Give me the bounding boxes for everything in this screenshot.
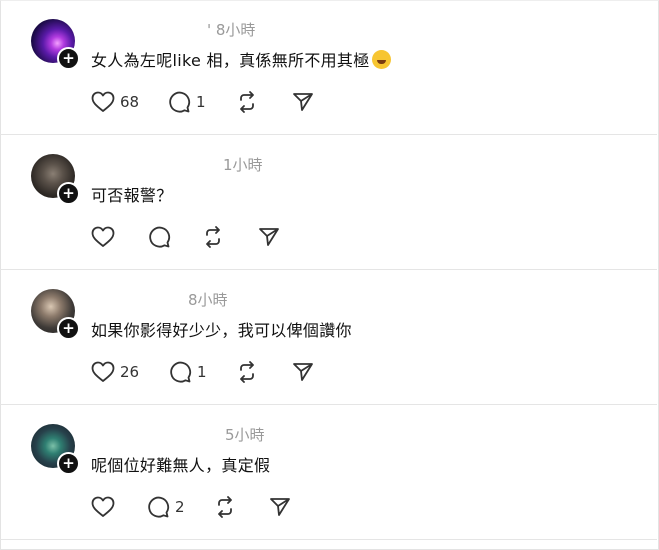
reply-count: 1 <box>197 363 207 381</box>
repost-arrows-icon <box>218 496 232 518</box>
comment-bubble-icon <box>149 226 171 248</box>
reply-count: 1 <box>196 93 206 111</box>
comment-bubble-icon <box>169 91 191 113</box>
post-timestamp: ' 8小時 <box>207 21 256 39</box>
share-button[interactable] <box>268 495 292 519</box>
post-text: 如果你影得好少少，我可以俾個讚你 <box>91 321 352 340</box>
follow-plus-icon[interactable]: + <box>57 182 80 205</box>
reply-button[interactable]: 1 <box>168 360 207 384</box>
action-bar: 68 1 <box>91 90 491 114</box>
send-icon <box>293 363 313 381</box>
send-icon <box>293 93 313 111</box>
post-text: 呢個位好難無人，真定假 <box>91 456 271 475</box>
send-icon <box>270 498 290 516</box>
reply-post: + 5小時 呢個位好難無人，真定假 2 <box>0 405 657 540</box>
reply-post: + 1小時 可否報警？ <box>0 135 657 270</box>
reply-button[interactable]: 1 <box>167 90 206 114</box>
like-button[interactable]: 26 <box>91 360 139 384</box>
like-button[interactable]: 68 <box>91 90 139 114</box>
repost-button[interactable] <box>201 225 225 249</box>
reply-button[interactable] <box>147 225 176 249</box>
repost-arrows-icon <box>206 226 220 248</box>
repost-button[interactable] <box>235 90 259 114</box>
follow-plus-icon[interactable]: + <box>57 452 80 475</box>
follow-plus-icon[interactable]: + <box>57 47 80 70</box>
comment-bubble-icon <box>170 361 192 383</box>
post-text: 女人為左呢like 相，真係無所不用其極 <box>91 47 391 71</box>
repost-button[interactable] <box>213 495 237 519</box>
repost-arrows-icon <box>240 91 254 113</box>
share-button[interactable] <box>291 360 315 384</box>
heart-icon <box>91 226 115 247</box>
like-button[interactable] <box>91 495 120 519</box>
post-timestamp: 1小時 <box>223 156 263 174</box>
post-text-content: 女人為左呢like 相，真係無所不用其極 <box>91 51 370 70</box>
share-button[interactable] <box>257 225 281 249</box>
send-icon <box>259 228 279 246</box>
post-timestamp: 5小時 <box>225 426 265 444</box>
reply-count: 2 <box>175 498 185 516</box>
reply-post: + ' 8小時 女人為左呢like 相，真係無所不用其極 68 1 <box>0 0 657 135</box>
post-timestamp: 8小時 <box>188 291 228 309</box>
like-count: 26 <box>120 363 140 381</box>
follow-plus-icon[interactable]: + <box>57 317 80 340</box>
share-button[interactable] <box>291 90 315 114</box>
repost-arrows-icon <box>240 361 254 383</box>
like-button[interactable] <box>91 225 120 249</box>
heart-icon <box>91 496 115 517</box>
action-bar: 26 1 <box>91 360 491 384</box>
repost-button[interactable] <box>235 360 259 384</box>
reply-post: + 8小時 如果你影得好少少，我可以俾個讚你 26 1 <box>0 270 657 405</box>
laughing-emoji-icon <box>371 50 391 69</box>
comment-bubble-icon <box>148 496 170 518</box>
action-bar <box>91 225 491 249</box>
like-count: 68 <box>120 93 140 111</box>
action-bar: 2 <box>91 495 491 519</box>
heart-icon <box>91 361 115 382</box>
reply-button[interactable]: 2 <box>146 495 185 519</box>
post-text: 可否報警？ <box>91 186 173 205</box>
heart-icon <box>91 91 115 112</box>
